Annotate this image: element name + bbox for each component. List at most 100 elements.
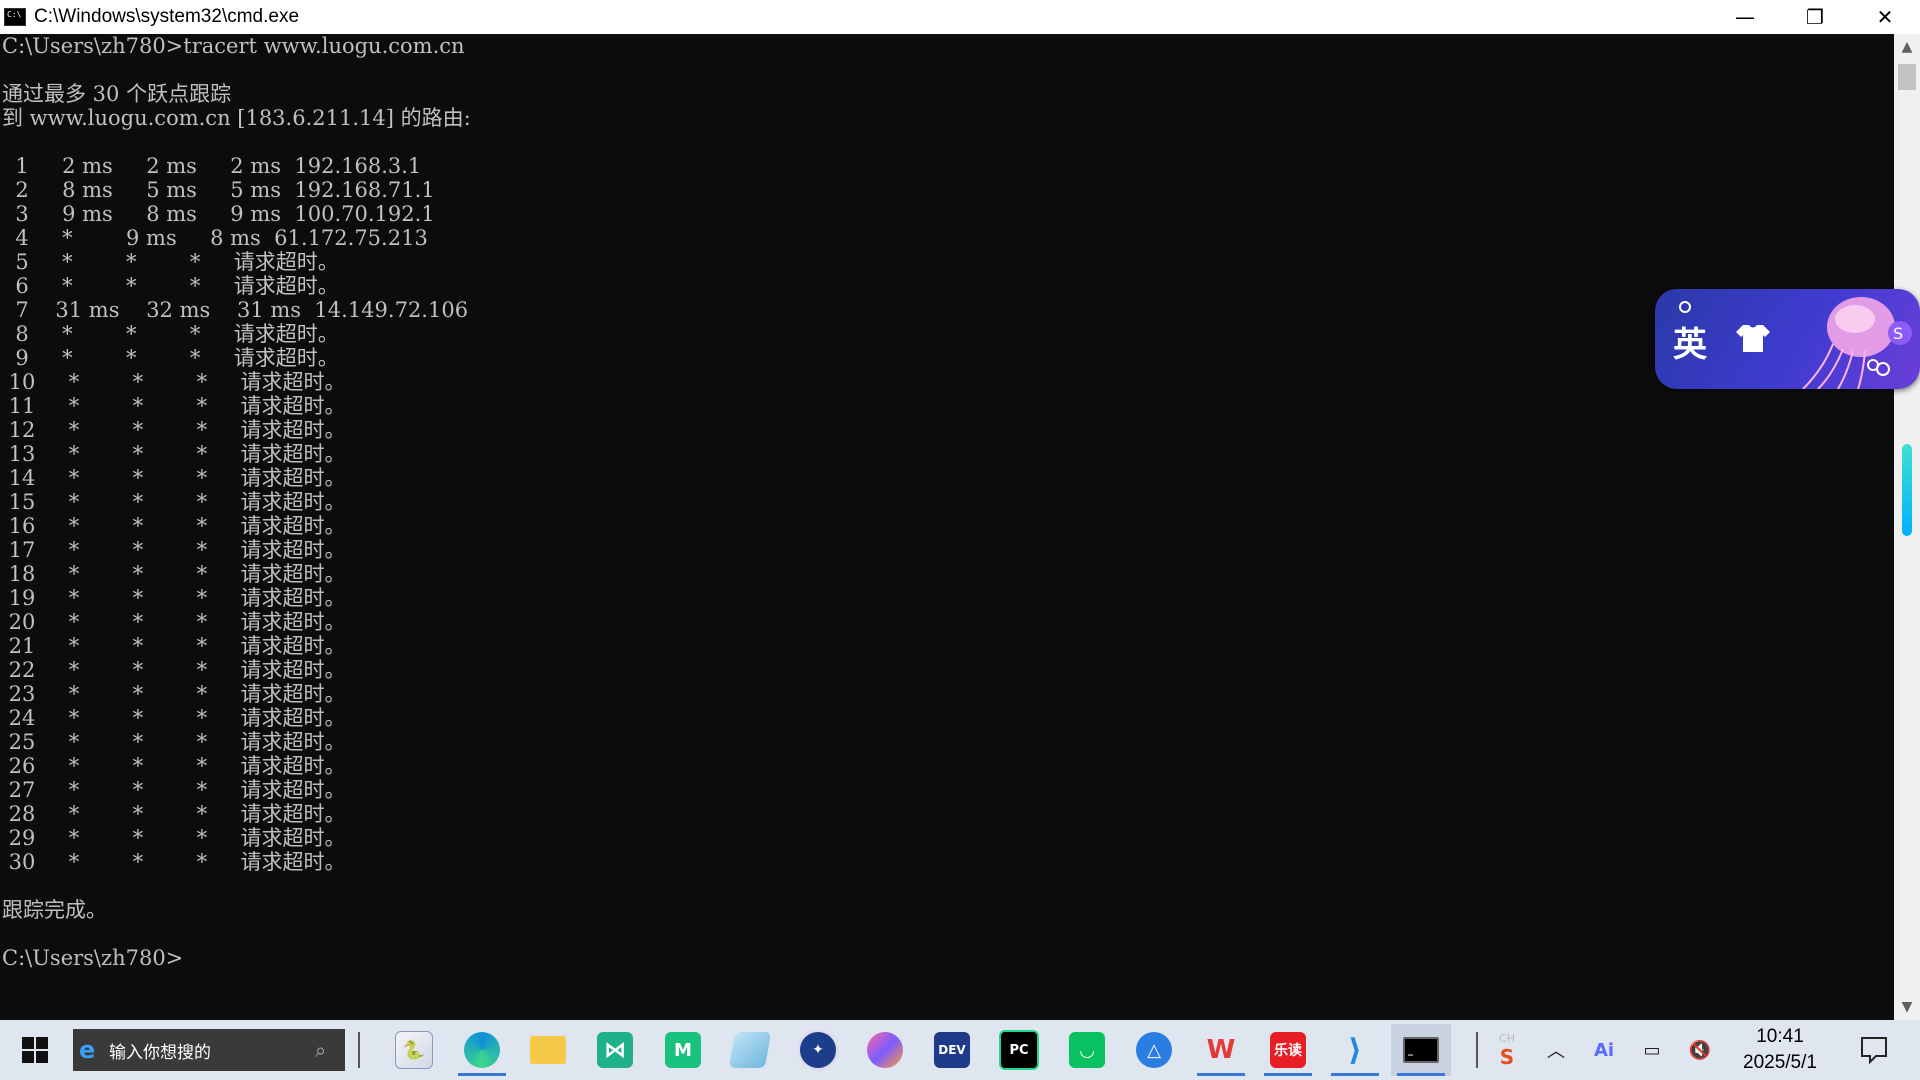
taskbar-divider	[1476, 1032, 1478, 1068]
console-line: 15 * * * 请求超时。	[2, 490, 346, 514]
shopping-bag-icon: ◡	[1069, 1032, 1105, 1068]
taskbar-app-pycharm[interactable]: PC	[989, 1024, 1049, 1076]
console-line: 29 * * * 请求超时。	[2, 826, 346, 850]
console-line: 17 * * * 请求超时。	[2, 538, 346, 562]
vscode-icon: ⟩	[1348, 1032, 1362, 1068]
clock-date: 2025/5/1	[1743, 1052, 1817, 1073]
console-line: 26 * * * 请求超时。	[2, 754, 346, 778]
taskbar-app-triangle[interactable]: △	[1124, 1024, 1184, 1076]
console-line: 18 * * * 请求超时。	[2, 562, 346, 586]
scroll-up-arrow-icon[interactable]: ▲	[1894, 34, 1920, 60]
console-output[interactable]: C:\Users\zh780>tracert www.luogu.com.cn …	[0, 34, 1894, 1020]
window-title: C:\Windows\system32\cmd.exe	[34, 6, 300, 27]
ime-mode-indicator[interactable]: 英	[1673, 317, 1707, 366]
console-line: 3 9 ms 8 ms 9 ms 100.70.192.1	[2, 202, 435, 226]
taskbar-app-edge[interactable]	[452, 1024, 512, 1076]
console-line: 20 * * * 请求超时。	[2, 610, 346, 634]
cmd-icon: _	[1403, 1037, 1439, 1063]
start-button[interactable]	[0, 1020, 70, 1080]
volume-tray[interactable]: 🔇	[1684, 1030, 1716, 1070]
console-line: 到 www.luogu.com.cn [183.6.211.14] 的路由:	[2, 106, 471, 130]
vertical-scrollbar[interactable]: ▲ ▼	[1894, 34, 1920, 1020]
taskbar-app-python-idle[interactable]: 🐍	[384, 1024, 444, 1076]
console-line: C:\Users\zh780>tracert www.luogu.com.cn	[2, 34, 465, 58]
console-line: 21 * * * 请求超时。	[2, 634, 346, 658]
scroll-accent-indicator	[1902, 444, 1912, 536]
taskbar-app-steering[interactable]: ✦	[788, 1024, 848, 1076]
ledu-icon: 乐读	[1270, 1032, 1306, 1068]
restore-button[interactable]: ❐	[1780, 0, 1850, 34]
console-line: 22 * * * 请求超时。	[2, 658, 346, 682]
console-line: 13 * * * 请求超时。	[2, 442, 346, 466]
console-line: 4 * 9 ms 8 ms 61.172.75.213	[2, 226, 428, 250]
ime-indicator[interactable]: CH S	[1492, 1024, 1522, 1076]
show-hidden-icons-button[interactable]: ︿	[1540, 1030, 1572, 1070]
speaker-muted-icon: 🔇	[1688, 1039, 1712, 1061]
scroll-down-arrow-icon[interactable]: ▼	[1894, 994, 1920, 1020]
console-line: 28 * * * 请求超时。	[2, 802, 346, 826]
taskbar-app-green-bag[interactable]: ◡	[1057, 1024, 1117, 1076]
svg-text:S: S	[1893, 324, 1903, 343]
console-line: 25 * * * 请求超时。	[2, 730, 346, 754]
close-button[interactable]: ✕	[1850, 0, 1920, 34]
scroll-thumb[interactable]	[1898, 64, 1916, 90]
console-line: 24 * * * 请求超时。	[2, 706, 346, 730]
pycharm-icon: PC	[999, 1030, 1039, 1070]
taskbar-app-xmind-green[interactable]: M	[653, 1024, 713, 1076]
battery-tray[interactable]: ▭	[1636, 1030, 1668, 1070]
ime-floating-widget[interactable]: 英 S	[1655, 289, 1920, 389]
taskbar-app-drop[interactable]	[855, 1024, 915, 1076]
sogou-ime-icon: S	[1499, 1044, 1515, 1069]
shirt-skin-icon[interactable]	[1735, 323, 1771, 353]
taskbar-app-dev-cpp[interactable]: DEV	[922, 1024, 982, 1076]
wps-icon: W	[1206, 1035, 1236, 1065]
decor-dot	[1679, 301, 1691, 313]
steering-wheel-icon: ✦	[797, 1029, 839, 1071]
taskbar-search-box[interactable]: e 输入你想搜的 ⌕	[73, 1029, 345, 1071]
console-line: 9 * * * 请求超时。	[2, 346, 339, 370]
taskbar-app-xmind[interactable]: ⋈	[585, 1024, 645, 1076]
console-line: 27 * * * 请求超时。	[2, 778, 346, 802]
taskbar-app-ledu[interactable]: 乐读	[1258, 1024, 1318, 1076]
xmind-icon: ⋈	[597, 1032, 633, 1068]
colorful-drop-icon	[867, 1032, 903, 1068]
console-text: C:\Users\zh780>tracert www.luogu.com.cn …	[0, 34, 1894, 970]
console-line: 8 * * * 请求超时。	[2, 322, 339, 346]
console-line: 19 * * * 请求超时。	[2, 586, 346, 610]
triangle-app-icon: △	[1136, 1032, 1172, 1068]
console-line: 通过最多 30 个跃点跟踪	[2, 82, 232, 106]
ai-assistant-tray[interactable]: Ai	[1588, 1030, 1620, 1070]
python-idle-icon: 🐍	[395, 1031, 433, 1069]
console-line: 14 * * * 请求超时。	[2, 466, 346, 490]
console-line: 11 * * * 请求超时。	[2, 394, 346, 418]
ime-lang-label: CH	[1499, 1031, 1515, 1045]
taskbar-clock[interactable]: 10:41 2025/5/1	[1720, 1024, 1840, 1076]
edge-search-icon: e	[79, 1036, 96, 1064]
console-line: 12 * * * 请求超时。	[2, 418, 346, 442]
taskbar-app-vscode[interactable]: ⟩	[1325, 1024, 1385, 1076]
taskbar-app-cmd[interactable]: _	[1391, 1024, 1451, 1076]
console-line: 7 31 ms 32 ms 31 ms 14.149.72.106	[2, 298, 469, 322]
console-line: C:\Users\zh780>	[2, 946, 184, 970]
taskbar-divider	[358, 1032, 360, 1068]
search-icon: ⌕	[315, 1038, 327, 1062]
mindmap-icon: M	[665, 1032, 701, 1068]
windows-logo-icon	[22, 1037, 48, 1063]
ai-icon: Ai	[1593, 1039, 1615, 1061]
window-titlebar[interactable]: C:\Windows\system32\cmd.exe — ❐ ✕	[0, 0, 1920, 34]
minimize-button[interactable]: —	[1710, 0, 1780, 34]
taskbar-app-file-explorer[interactable]	[518, 1024, 578, 1076]
notification-center-icon[interactable]	[1858, 1034, 1890, 1066]
console-line: 16 * * * 请求超时。	[2, 514, 346, 538]
folder-icon	[530, 1036, 566, 1064]
taskbar-app-notepad[interactable]	[720, 1024, 780, 1076]
taskbar: e 输入你想搜的 ⌕ 🐍 ⋈ M ✦ DEV PC ◡ △ W 乐读 ⟩ _ C…	[0, 1020, 1920, 1080]
battery-icon: ▭	[1643, 1039, 1661, 1061]
console-line: 10 * * * 请求超时。	[2, 370, 346, 394]
notepad-icon	[728, 1032, 772, 1068]
taskbar-app-wps[interactable]: W	[1191, 1024, 1251, 1076]
jellyfish-decoration-icon: S	[1802, 297, 1912, 389]
